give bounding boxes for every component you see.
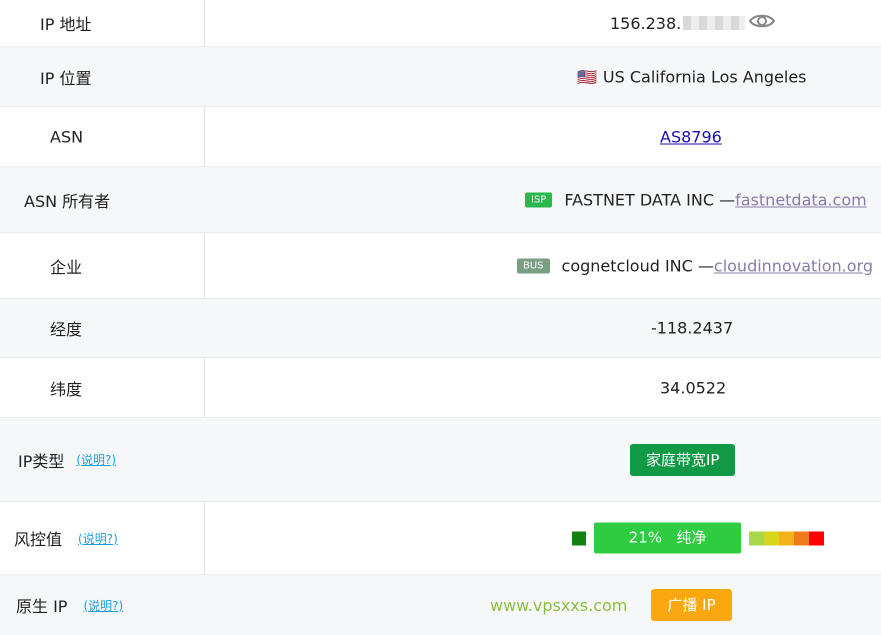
risk-score-bar: 21% 纯净 (594, 522, 741, 554)
native-ip-badge: 广播 IP (651, 589, 732, 621)
asn-owner-name: FASTNET DATA INC — (564, 190, 736, 209)
asn-owner-label: ASN 所有者 (24, 191, 111, 211)
longitude-label: 经度 (50, 320, 83, 339)
asn-label: ASN (50, 127, 84, 146)
risk-label: 风控值 (14, 530, 63, 549)
row-latitude: 纬度 34.0522 (0, 358, 881, 418)
longitude-text: -118.2437 (651, 318, 734, 338)
native-ip-label: 原生 IP (16, 597, 68, 616)
native-ip-value: www.vpsxxs.com 广播 IP (490, 589, 732, 621)
asn-value: AS8796 (660, 127, 722, 146)
ip-type-label: IP类型 (18, 451, 65, 471)
ip-type-label-group: IP类型 (说明?) (18, 448, 116, 472)
ip-location-value: 🇺🇸 US California Los Angeles (577, 67, 807, 86)
risk-scale (749, 531, 824, 545)
risk-help-link[interactable]: (说明?) (78, 530, 118, 547)
ip-type-value: 家庭带宽IP (630, 443, 736, 476)
latitude-value: 34.0522 (660, 378, 726, 397)
ip-address-text: 156.238. (610, 13, 682, 33)
ip-address-value: 156.238. (610, 13, 776, 33)
row-ip-location: IP 位置 🇺🇸 US California Los Angeles (0, 47, 881, 107)
row-company: 企业 BUS cognetcloud INC — cloudinnovation… (0, 233, 881, 299)
risk-scale-segment (794, 531, 809, 545)
risk-value: 21% 纯净 (572, 522, 824, 554)
ip-location-label: IP 位置 (40, 68, 92, 88)
ip-type-badge: 家庭带宽IP (630, 443, 736, 476)
company-domain-link[interactable]: cloudinnovation.org (714, 256, 873, 275)
asn-owner-value: ISP FASTNET DATA INC — fastnetdata.com (525, 190, 867, 209)
native-ip-label-group: 原生 IP (说明?) (16, 593, 123, 617)
row-ip-type: IP类型 (说明?) 家庭带宽IP (0, 418, 881, 502)
ip-mask (683, 16, 746, 30)
bus-tag: BUS (517, 258, 550, 273)
company-label: 企业 (50, 257, 83, 277)
native-ip-help-link[interactable]: (说明?) (83, 597, 123, 614)
us-flag-icon: 🇺🇸 (577, 67, 597, 86)
asn-link[interactable]: AS8796 (660, 127, 722, 146)
row-native-ip: 原生 IP (说明?) www.vpsxxs.com 广播 IP (0, 575, 881, 635)
risk-scale-segment (764, 531, 779, 545)
risk-scale-segment (749, 531, 764, 545)
row-longitude: 经度 -118.2437 (0, 299, 881, 358)
risk-status: 纯净 (676, 528, 707, 547)
watermark-text: www.vpsxxs.com (490, 595, 628, 615)
latitude-label: 纬度 (50, 379, 83, 399)
ip-location-text: US California Los Angeles (602, 67, 807, 86)
ip-type-help-link[interactable]: (说明?) (76, 451, 116, 468)
risk-percent: 21% (628, 528, 662, 547)
row-risk: 风控值 (说明?) 21% 纯净 (0, 502, 881, 575)
risk-scale-segment (809, 531, 824, 545)
row-asn-owner: ASN 所有者 ISP FASTNET DATA INC — fastnetda… (0, 167, 881, 233)
isp-tag: ISP (525, 192, 553, 207)
company-value: BUS cognetcloud INC — cloudinnovation.or… (517, 256, 873, 275)
risk-indicator-square (572, 531, 586, 545)
company-name: cognetcloud INC — (561, 256, 714, 275)
eye-icon[interactable] (749, 13, 776, 33)
latitude-text: 34.0522 (660, 378, 727, 397)
risk-scale-segment (779, 531, 794, 545)
row-ip-address: IP 地址 156.238. (0, 0, 881, 47)
asn-owner-domain-link[interactable]: fastnetdata.com (735, 190, 867, 209)
longitude-value: -118.2437 (651, 319, 733, 338)
row-asn: ASN AS8796 (0, 107, 881, 167)
risk-label-group: 风控值 (说明?) (14, 526, 118, 550)
ip-address-label: IP 地址 (40, 15, 92, 34)
